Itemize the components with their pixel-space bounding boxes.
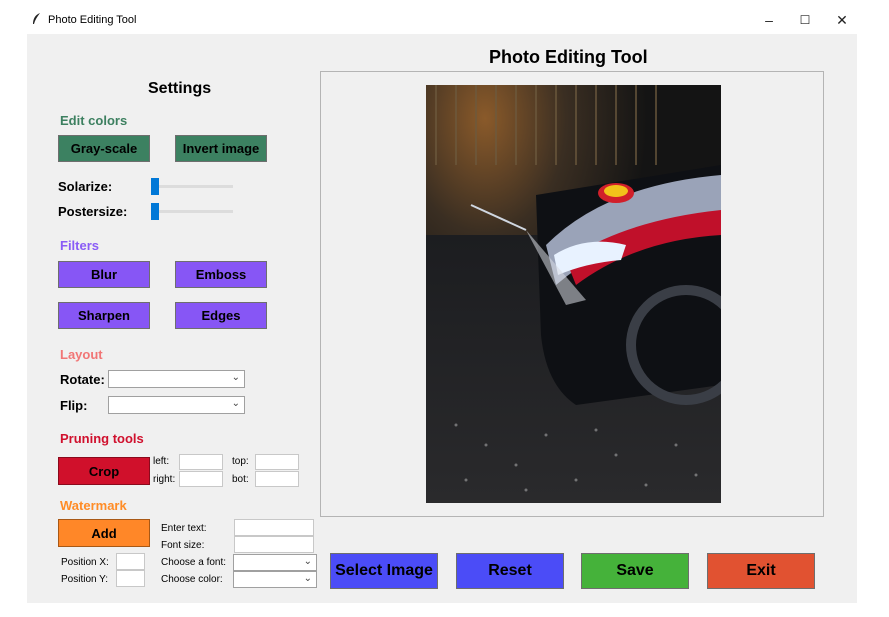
flip-select[interactable]: ⌄: [108, 396, 245, 414]
minimize-button[interactable]: –: [754, 8, 784, 32]
crop-top-input[interactable]: [255, 454, 299, 470]
invert-image-button[interactable]: Invert image: [175, 135, 267, 162]
position-y-input[interactable]: [116, 570, 145, 587]
crop-right-input[interactable]: [179, 471, 223, 487]
image-frame: [320, 71, 824, 517]
blur-button[interactable]: Blur: [58, 261, 150, 288]
maximize-button[interactable]: ☐: [790, 8, 820, 32]
layout-heading: Layout: [60, 347, 103, 362]
postersize-thumb[interactable]: [151, 203, 159, 220]
crop-top-label: top:: [232, 456, 249, 467]
postersize-label: Postersize:: [58, 204, 128, 219]
watermark-text-input[interactable]: [234, 519, 314, 536]
crop-bot-input[interactable]: [255, 471, 299, 487]
edit-colors-heading: Edit colors: [60, 113, 128, 128]
choose-font-label: Choose a font:: [161, 557, 227, 568]
solarize-track: [151, 185, 233, 188]
position-y-label: Position Y:: [61, 574, 109, 585]
flip-label: Flip:: [60, 398, 88, 413]
grayscale-button[interactable]: Gray-scale: [58, 135, 150, 162]
choose-color-label: Choose color:: [161, 574, 223, 585]
reset-button[interactable]: Reset: [456, 553, 564, 589]
crop-left-label: left:: [153, 456, 170, 467]
rotate-select[interactable]: ⌄: [108, 370, 245, 388]
solarize-label: Solarize:: [58, 179, 113, 194]
font-size-input[interactable]: [234, 536, 314, 553]
font-size-label: Font size:: [161, 540, 205, 551]
exit-button[interactable]: Exit: [707, 553, 815, 589]
solarize-thumb[interactable]: [151, 178, 159, 195]
enter-text-label: Enter text:: [161, 523, 207, 534]
settings-title: Settings: [148, 80, 212, 97]
color-select[interactable]: ⌄: [233, 571, 317, 588]
crop-right-label: right:: [153, 474, 176, 485]
pruning-heading: Pruning tools: [60, 431, 144, 446]
chevron-down-icon: ⌄: [231, 398, 240, 409]
client-area: Photo Editing Tool Settings Edit colors …: [27, 34, 857, 603]
select-image-button[interactable]: Select Image: [330, 553, 438, 589]
postersize-track: [151, 210, 233, 213]
crop-button[interactable]: Crop: [58, 457, 150, 485]
sharpen-button[interactable]: Sharpen: [58, 302, 150, 329]
chevron-down-icon: ⌄: [303, 573, 312, 584]
chevron-down-icon: ⌄: [231, 372, 240, 383]
chevron-down-icon: ⌄: [303, 556, 312, 567]
add-watermark-button[interactable]: Add: [58, 519, 150, 547]
close-button[interactable]: ✕: [827, 8, 857, 32]
save-button[interactable]: Save: [581, 553, 689, 589]
title-bar: Photo Editing Tool – ☐ ✕: [0, 0, 889, 34]
crop-left-input[interactable]: [179, 454, 223, 470]
crop-bot-label: bot:: [232, 474, 249, 485]
position-x-label: Position X:: [61, 557, 109, 568]
page-title: Photo Editing Tool: [489, 47, 648, 67]
emboss-button[interactable]: Emboss: [175, 261, 267, 288]
edges-button[interactable]: Edges: [175, 302, 267, 329]
feather-icon: [33, 13, 40, 24]
photo-preview: [426, 85, 721, 503]
position-x-input[interactable]: [116, 553, 145, 570]
watermark-heading: Watermark: [60, 498, 127, 513]
rotate-label: Rotate:: [60, 372, 105, 387]
font-select[interactable]: ⌄: [233, 554, 317, 571]
window-title: Photo Editing Tool: [48, 14, 137, 26]
filters-heading: Filters: [60, 238, 100, 253]
